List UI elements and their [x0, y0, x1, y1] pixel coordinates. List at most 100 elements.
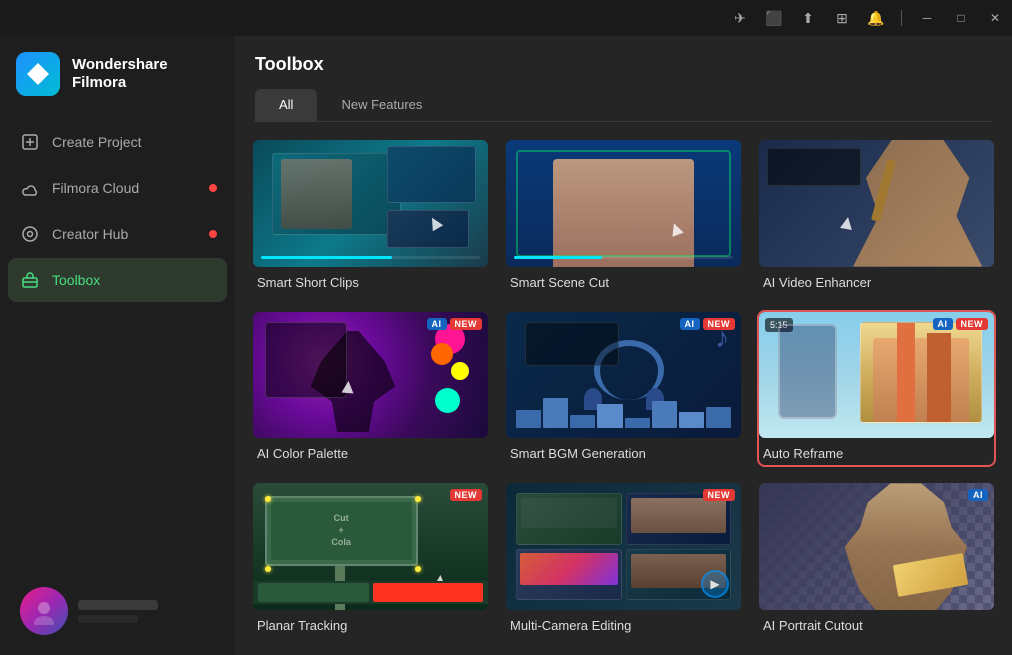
bottom-cards [258, 583, 483, 602]
app-logo-icon [16, 52, 60, 96]
tool-label-planar-tracking: Planar Tracking [253, 610, 488, 637]
track-point [415, 566, 421, 572]
tool-card-ai-portrait-cutout[interactable]: AI AI Portrait Cutout [757, 481, 996, 639]
wave-bar [625, 418, 650, 429]
user-subtitle [78, 615, 138, 623]
sidebar-item-filmora-cloud[interactable]: Filmora Cloud [8, 166, 227, 210]
thumb-inner: AI NEW [253, 312, 488, 439]
tool-card-auto-reframe[interactable]: 5:15 AI NEW [757, 310, 996, 468]
send-icon[interactable]: ✈ [731, 9, 749, 27]
tool-card-planar-tracking[interactable]: Cut+Cola [251, 481, 490, 639]
new-badge: NEW [703, 489, 736, 501]
tab-new-features[interactable]: New Features [317, 89, 446, 122]
page-title: Toolbox [255, 54, 992, 75]
tool-card-smart-bgm-generation[interactable]: ♪ AI NEW [504, 310, 743, 468]
tool-card-ai-color-palette[interactable]: AI NEW AI Color Palette [251, 310, 490, 468]
screen-content [520, 553, 618, 585]
titlebar: ✈ ⬛ ⬆ ⊞ 🔔 ─ □ ✕ [0, 0, 1012, 36]
tool-card-smart-scene-cut[interactable]: Smart Scene Cut [504, 138, 743, 296]
new-badge: NEW [956, 318, 989, 330]
close-button[interactable]: ✕ [986, 9, 1004, 27]
sidebar-item-create-project[interactable]: Create Project [8, 120, 227, 164]
wave-bar [597, 404, 622, 428]
thumb-ai-portrait-cutout: AI [759, 483, 994, 610]
wave-bar [570, 415, 595, 429]
titlebar-icons: ✈ ⬛ ⬆ ⊞ 🔔 ─ □ ✕ [731, 9, 1004, 27]
app-name-line1: Wondershare [72, 56, 168, 74]
thumb-auto-reframe: 5:15 AI NEW [759, 312, 994, 439]
thumb-smart-bgm-generation: ♪ AI NEW [506, 312, 741, 439]
filmora-cloud-badge [209, 184, 217, 192]
tool-label-ai-portrait-cutout: AI Portrait Cutout [759, 610, 994, 637]
tool-label-multi-camera-editing: Multi-Camera Editing [506, 610, 741, 637]
monitor-icon[interactable]: ⬛ [765, 9, 783, 27]
thumb-smart-short-clips [253, 140, 488, 267]
waveform [516, 398, 731, 428]
ai-badge: AI [680, 318, 700, 330]
tool-card-ai-video-enhancer[interactable]: AI Video Enhancer [757, 138, 996, 296]
content-header: Toolbox All New Features [235, 36, 1012, 122]
thumb-inner: ▶ NEW [506, 483, 741, 610]
photo-card [860, 322, 982, 423]
bell-icon[interactable]: 🔔 [867, 9, 885, 27]
minimize-button[interactable]: ─ [918, 9, 936, 27]
main-layout: Wondershare Filmora Create Project [0, 36, 1012, 655]
upload-icon[interactable]: ⬆ [799, 9, 817, 27]
thumb-element [281, 159, 352, 229]
tool-grid: Smart Short Clips [235, 122, 1012, 655]
new-badge: NEW [703, 318, 736, 330]
mobile-frame-left [778, 324, 837, 419]
badge-row: AI NEW [680, 318, 736, 330]
mini-billboard-red [373, 583, 484, 602]
thumb-inner: 5:15 AI NEW [759, 312, 994, 439]
mini-billboard [258, 583, 369, 602]
sidebar-item-creator-hub[interactable]: Creator Hub [8, 212, 227, 256]
detection-border [516, 150, 731, 257]
user-profile[interactable] [12, 579, 223, 643]
bottom-strip [253, 581, 488, 604]
track-point [265, 496, 271, 502]
player-card [525, 322, 619, 366]
wave-bar [652, 401, 677, 428]
sidebar-item-toolbox[interactable]: Toolbox [8, 258, 227, 302]
filmora-cloud-label: Filmora Cloud [52, 180, 139, 196]
thumb-smart-scene-cut [506, 140, 741, 267]
tool-label-ai-video-enhancer: AI Video Enhancer [759, 267, 994, 294]
tool-card-smart-short-clips[interactable]: Smart Short Clips [251, 138, 490, 296]
progress-bar [514, 256, 733, 259]
toolbox-icon [20, 270, 40, 290]
tabs: All New Features [255, 89, 992, 122]
badge-row: AI NEW [427, 318, 483, 330]
tab-all[interactable]: All [255, 89, 317, 122]
maximize-button[interactable]: □ [952, 9, 970, 27]
tool-label-ai-color-palette: AI Color Palette [253, 438, 488, 465]
tool-label-auto-reframe: Auto Reframe [759, 438, 994, 465]
avatar [20, 587, 68, 635]
tool-card-multi-camera-editing[interactable]: ▶ NEW Multi-Camera Editing [504, 481, 743, 639]
thumb-inner [253, 140, 488, 267]
sidebar-nav: Create Project Filmora Cloud [0, 120, 235, 302]
progress-bar [261, 256, 480, 259]
wave-bar [543, 398, 568, 428]
badge-row: NEW [450, 489, 483, 501]
progress-fill [514, 256, 602, 259]
toolbox-label: Toolbox [52, 272, 100, 288]
logo-diamond [27, 63, 49, 85]
thumb-inner [506, 140, 741, 267]
billboard: Cut+Cola [265, 496, 418, 566]
cam-cell-3 [516, 549, 622, 600]
new-badge: NEW [450, 318, 483, 330]
tool-label-smart-bgm-generation: Smart BGM Generation [506, 438, 741, 465]
badge-row: NEW [703, 489, 736, 501]
tool-label-smart-scene-cut: Smart Scene Cut [506, 267, 741, 294]
wave-bar [679, 412, 704, 429]
sidebar: Wondershare Filmora Create Project [0, 36, 235, 655]
logo-text: Wondershare Filmora [72, 56, 168, 92]
person1 [897, 323, 915, 422]
sidebar-logo: Wondershare Filmora [0, 36, 235, 120]
sidebar-bottom [0, 567, 235, 655]
thumb-inner: Cut+Cola [253, 483, 488, 610]
grid-icon[interactable]: ⊞ [833, 9, 851, 27]
filmora-cloud-icon [20, 178, 40, 198]
people-group [873, 338, 969, 422]
